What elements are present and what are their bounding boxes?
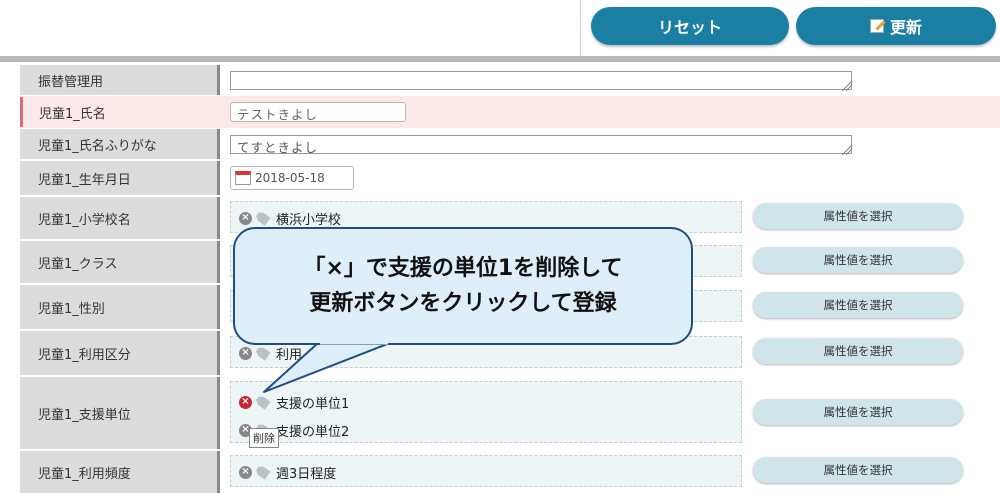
instruction-callout: 「×」で支援の単位1を削除して 更新ボタンをクリックして登録 xyxy=(233,227,693,345)
callout-line-1: 「×」で支援の単位1を削除して xyxy=(303,256,623,281)
callout-line-2: 更新ボタンをクリックして登録 xyxy=(309,291,617,316)
